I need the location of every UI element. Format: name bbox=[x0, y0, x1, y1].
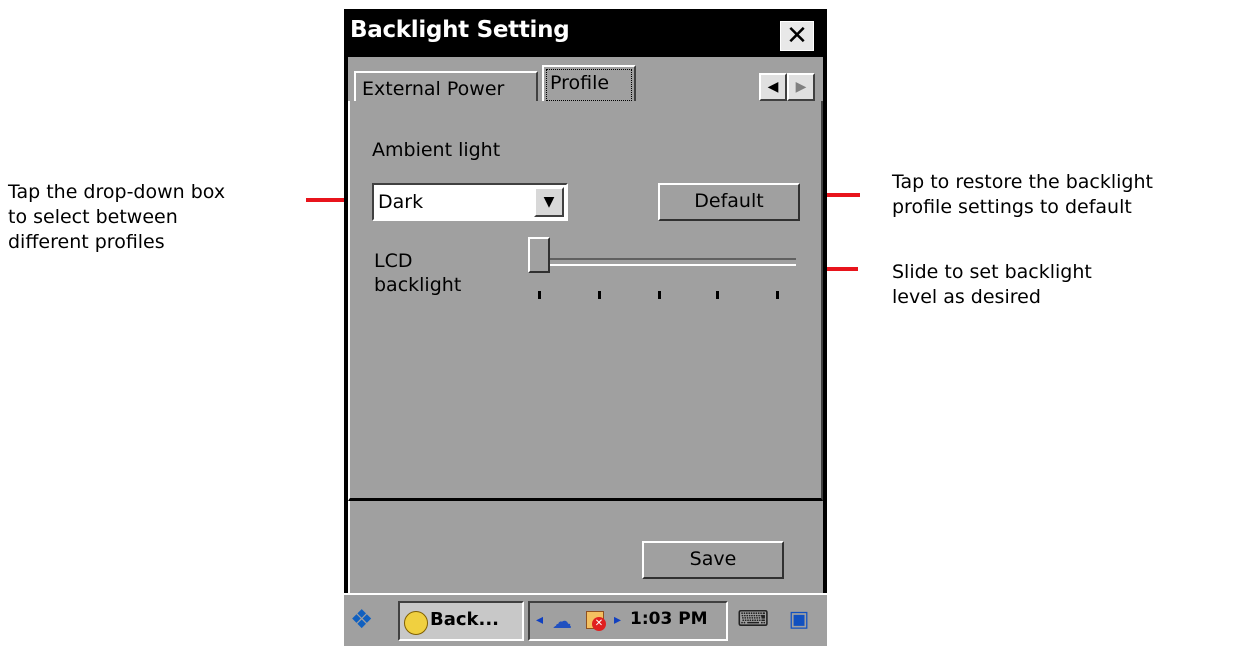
slider-tick bbox=[538, 291, 541, 299]
default-button[interactable]: Default bbox=[658, 183, 800, 221]
device-screen: Backlight Setting ✕ External Power Profi… bbox=[344, 9, 827, 646]
tab-scroll-left-button[interactable]: ◀ bbox=[759, 73, 787, 101]
desktop-icon[interactable]: ▣ bbox=[782, 601, 816, 641]
annotation-slider-line1: Slide to set backlight bbox=[892, 261, 1092, 283]
annotation-slider: Slide to set backlight level as desired bbox=[892, 260, 1092, 310]
lcd-label-line2: backlight bbox=[374, 274, 462, 296]
tray-left-arrow-icon[interactable]: ◂ bbox=[536, 612, 543, 628]
annotation-dropdown-line2: to select between bbox=[8, 206, 178, 228]
annotation-dropdown-line1: Tap the drop-down box bbox=[8, 181, 226, 203]
ambient-light-value: Dark bbox=[378, 191, 424, 213]
tab-strip: External Power Profile ◀ ▶ bbox=[348, 57, 823, 107]
ambient-light-dropdown[interactable]: Dark ▼ bbox=[372, 183, 568, 221]
annotation-slider-line2: level as desired bbox=[892, 286, 1041, 308]
slider-tick bbox=[716, 291, 719, 299]
clock[interactable]: 1:03 PM bbox=[630, 609, 708, 629]
chevron-left-icon: ◀ bbox=[767, 79, 779, 95]
lcd-label-line1: LCD bbox=[374, 250, 413, 272]
dropdown-arrow-button[interactable]: ▼ bbox=[534, 187, 564, 217]
start-icon[interactable]: ❖ bbox=[350, 601, 384, 641]
network-icon[interactable]: ☁ bbox=[552, 609, 578, 633]
tray-right-arrow-icon[interactable]: ▸ bbox=[614, 612, 621, 628]
annotation-dropdown-line3: different profiles bbox=[8, 231, 165, 253]
save-button[interactable]: Save bbox=[642, 541, 784, 579]
lcd-backlight-label: LCD backlight bbox=[374, 249, 461, 297]
slider-tick bbox=[598, 291, 601, 299]
slider-tick bbox=[658, 291, 661, 299]
chevron-down-icon: ▼ bbox=[543, 194, 555, 210]
connection-icon[interactable]: ✕ bbox=[584, 607, 608, 631]
annotation-default: Tap to restore the backlight profile set… bbox=[892, 170, 1153, 220]
tab-profile[interactable]: Profile bbox=[542, 65, 636, 105]
chevron-right-icon: ▶ bbox=[795, 79, 807, 95]
profile-panel: Ambient light Dark ▼ Default LCD backlig… bbox=[348, 101, 823, 501]
annotation-default-line1: Tap to restore the backlight bbox=[892, 171, 1153, 193]
annotation-default-line2: profile settings to default bbox=[892, 196, 1132, 218]
slider-tick bbox=[776, 291, 779, 299]
disconnected-icon: ✕ bbox=[592, 617, 606, 631]
title-bar: Backlight Setting ✕ bbox=[344, 9, 827, 57]
ambient-light-label: Ambient light bbox=[372, 139, 501, 161]
keyboard-icon[interactable]: ⌨ bbox=[736, 601, 770, 641]
tab-scroll-right-button[interactable]: ▶ bbox=[787, 73, 815, 101]
bottom-bar: Save bbox=[348, 501, 823, 593]
system-tray: ◂ ☁ ✕ ▸ 1:03 PM bbox=[528, 601, 728, 641]
close-button[interactable]: ✕ bbox=[780, 21, 814, 51]
annotation-dropdown: Tap the drop-down box to select between … bbox=[8, 180, 225, 255]
backlight-slider-track[interactable] bbox=[530, 258, 796, 266]
backlight-app-icon bbox=[404, 611, 428, 635]
window-title: Backlight Setting bbox=[350, 17, 570, 43]
taskbar: ❖ Back... ◂ ☁ ✕ ▸ 1:03 PM ⌨ ▣ bbox=[344, 593, 827, 646]
backlight-slider-thumb[interactable] bbox=[528, 237, 550, 273]
